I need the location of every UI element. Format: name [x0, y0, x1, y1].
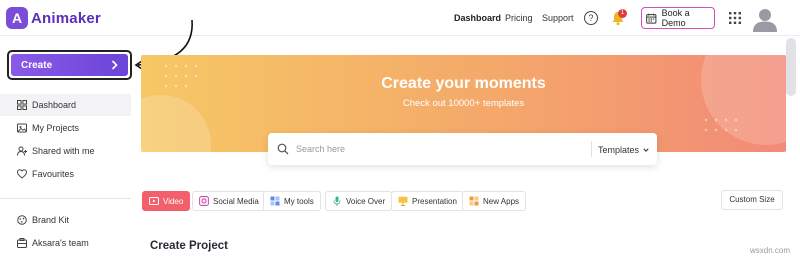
create-button[interactable]: Create	[7, 50, 132, 80]
nav-pricing-link[interactable]: Pricing	[505, 13, 533, 23]
create-label: Create	[21, 59, 53, 71]
user-avatar-icon[interactable]	[752, 6, 778, 32]
book-demo-label: Book a Demo	[661, 8, 690, 28]
tab-video[interactable]: Video	[142, 191, 191, 211]
logo-badge: A	[6, 7, 28, 29]
animaker-logo[interactable]: A Animaker	[6, 7, 101, 29]
microphone-icon	[333, 196, 341, 206]
create-button-inner: Create	[11, 54, 128, 76]
book-demo-button[interactable]: Book a Demo	[641, 7, 715, 29]
projects-icon	[17, 123, 27, 133]
sidebar-item-my-projects[interactable]: My Projects	[0, 117, 131, 139]
tab-social-media[interactable]: Social Media	[192, 191, 266, 211]
top-bar: A Animaker Dashboard Pricing Support ? 1…	[0, 0, 800, 36]
video-icon	[149, 197, 159, 205]
tools-icon	[270, 196, 280, 206]
team-icon	[17, 238, 27, 248]
search-input[interactable]	[296, 133, 586, 165]
banner-title: Create your moments	[381, 75, 546, 92]
banner-subtitle: Check out 10000+ templates	[402, 98, 525, 109]
tab-my-tools[interactable]: My tools	[263, 191, 321, 211]
logo-text: Animaker	[31, 9, 101, 27]
tab-label: Voice Over	[346, 196, 386, 206]
notification-badge: 1	[618, 9, 627, 18]
templates-dropdown-label: Templates	[598, 145, 640, 155]
sidebar-item-label: Aksara's team	[32, 238, 89, 248]
sidebar-item-label: My Projects	[32, 123, 80, 133]
sidebar-item-label: Brand Kit	[32, 215, 70, 225]
tab-label: Presentation	[412, 196, 457, 206]
search-separator	[591, 141, 592, 157]
tab-new-apps[interactable]: New Apps	[462, 191, 527, 211]
sidebar-item-favourites[interactable]: Favourites	[0, 163, 131, 185]
search-icon	[277, 143, 289, 155]
dashboard-grid-icon	[17, 100, 27, 110]
sidebar-item-label: Dashboard	[32, 100, 77, 110]
tab-label: Video	[163, 196, 184, 206]
tab-label: My tools	[284, 196, 314, 206]
tab-presentation[interactable]: Presentation	[391, 191, 464, 211]
sidebar-item-team[interactable]: Aksara's team	[0, 232, 131, 254]
brand-kit-icon	[17, 215, 27, 225]
templates-dropdown[interactable]: Templates	[598, 145, 649, 155]
users-icon	[17, 146, 27, 156]
chevron-right-icon	[111, 60, 118, 70]
sidebar-item-dashboard[interactable]: Dashboard	[0, 94, 131, 116]
tab-voice-over[interactable]: Voice Over	[325, 191, 393, 211]
sidebar-item-brand-kit[interactable]: Brand Kit	[0, 209, 131, 231]
section-title: Create Project	[150, 240, 228, 252]
tab-label: Social Media	[213, 196, 259, 206]
custom-size-button[interactable]: Custom Size	[721, 190, 783, 210]
sidebar-item-label: Shared with me	[32, 146, 95, 156]
sidebar-item-label: Favourites	[32, 169, 75, 179]
page-scrollbar[interactable]	[786, 38, 796, 96]
apps-grid-icon[interactable]	[729, 12, 741, 24]
sidebar-item-shared-with-me[interactable]: Shared with me	[0, 140, 131, 162]
chevron-down-icon	[643, 148, 649, 153]
presentation-icon	[398, 196, 408, 206]
heart-icon	[17, 169, 27, 179]
nav-dashboard-link[interactable]: Dashboard	[454, 13, 501, 23]
social-media-icon	[199, 196, 209, 206]
apps-icon	[469, 196, 479, 206]
tab-label: New Apps	[483, 196, 520, 206]
watermark: wsxdn.com	[750, 246, 791, 255]
calendar-icon	[646, 13, 657, 24]
sidebar-divider	[0, 198, 131, 199]
nav-support-link[interactable]: Support	[542, 13, 574, 23]
help-icon[interactable]: ?	[584, 11, 598, 25]
banner-dots-decoration	[704, 118, 738, 132]
